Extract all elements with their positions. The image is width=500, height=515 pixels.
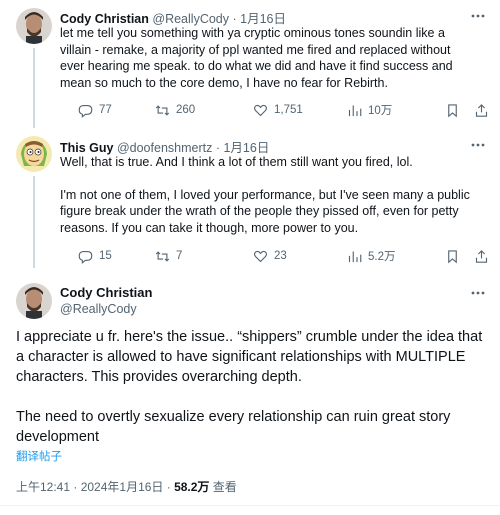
- bookmark-icon: [448, 103, 457, 117]
- thread-line: [33, 48, 35, 128]
- share-icon: [475, 103, 488, 117]
- like-button[interactable]: 1,751: [253, 101, 303, 119]
- retweet-count: 7: [176, 250, 183, 262]
- avatar-cody[interactable]: [16, 8, 52, 44]
- reply-button[interactable]: 77: [78, 101, 112, 119]
- main-tweet-text: I appreciate u fr. here's the issue.. “s…: [16, 327, 492, 447]
- separator: ·: [232, 12, 237, 26]
- views-count: 10万: [368, 105, 393, 117]
- retweet-button[interactable]: 260: [155, 101, 195, 119]
- author-handle[interactable]: @ReallyCody: [152, 12, 229, 26]
- action-bar: 15 7 23 5.2万: [58, 247, 500, 265]
- more-icon[interactable]: [470, 285, 486, 301]
- reply-button[interactable]: 15: [78, 247, 112, 265]
- author-name[interactable]: This Guy: [60, 141, 113, 155]
- retweet-count: 260: [176, 104, 196, 116]
- share-icon: [475, 249, 488, 263]
- views-icon: [348, 251, 362, 262]
- retweet-button[interactable]: 7: [155, 247, 182, 265]
- tweet-meta: 上午12:41 · 2024年1月16日 · 58.2万 查看: [16, 478, 237, 495]
- share-button[interactable]: [474, 247, 489, 265]
- more-icon[interactable]: [470, 8, 486, 24]
- views-count: 5.2万: [368, 251, 396, 263]
- views-icon: [348, 105, 362, 116]
- tweet-paragraph: I'm not one of them, I loved your perfor…: [60, 187, 470, 235]
- tweet-timestamp[interactable]: 上午12:41 · 2024年1月16日 ·: [16, 480, 174, 494]
- tweet-paragraph: Well, that is true. And I think a lot of…: [60, 155, 413, 169]
- author-handle[interactable]: @doofenshmertz: [117, 141, 212, 155]
- like-count: 1,751: [274, 104, 303, 116]
- tweet-paragraph: The need to overtly sexualize every rela…: [16, 409, 451, 445]
- like-button[interactable]: 23: [253, 247, 287, 265]
- avatar-doofenshmirtz[interactable]: [16, 136, 52, 172]
- reply-icon: [78, 104, 93, 118]
- tweet-text: let me tell you something with ya crypti…: [60, 26, 453, 90]
- author-name[interactable]: Cody Christian: [60, 285, 152, 300]
- reply-count: 77: [99, 104, 112, 116]
- retweet-icon: [155, 250, 170, 262]
- views-button[interactable]: 10万: [347, 101, 392, 119]
- tweet-1[interactable]: Cody Christian @ReallyCody · 1月16日 let m…: [0, 0, 500, 128]
- author-name[interactable]: Cody Christian: [60, 12, 149, 26]
- tweet-date[interactable]: 1月16日: [240, 12, 286, 26]
- bookmark-button[interactable]: [445, 247, 460, 265]
- bookmark-icon: [448, 249, 457, 263]
- views-button[interactable]: 5.2万: [347, 247, 396, 265]
- bookmark-button[interactable]: [445, 101, 460, 119]
- action-bar: 77 260 1,751 10万: [58, 101, 500, 119]
- views-label: 查看: [209, 480, 237, 494]
- divider: [0, 505, 500, 506]
- reply-icon: [78, 250, 93, 264]
- tweet-paragraph: I appreciate u fr. here's the issue.. “s…: [16, 329, 483, 385]
- tweet-date[interactable]: 1月16日: [223, 141, 269, 155]
- separator: ·: [215, 141, 220, 155]
- tweet-2[interactable]: This Guy @doofenshmertz · 1月16日 Well, th…: [0, 128, 500, 268]
- thread-line: [33, 176, 35, 268]
- like-icon: [254, 250, 267, 262]
- author-handle[interactable]: @ReallyCody: [60, 302, 137, 316]
- like-icon: [254, 104, 267, 116]
- avatar-cody[interactable]: [16, 283, 52, 319]
- reply-count: 15: [99, 250, 112, 262]
- share-button[interactable]: [474, 101, 489, 119]
- translate-post-link[interactable]: 翻译帖子: [16, 448, 62, 464]
- like-count: 23: [274, 250, 287, 262]
- tweet-text: Well, that is true. And I think a lot of…: [60, 154, 480, 236]
- more-icon[interactable]: [470, 137, 486, 153]
- views-count: 58.2万: [174, 480, 210, 494]
- retweet-icon: [155, 104, 170, 116]
